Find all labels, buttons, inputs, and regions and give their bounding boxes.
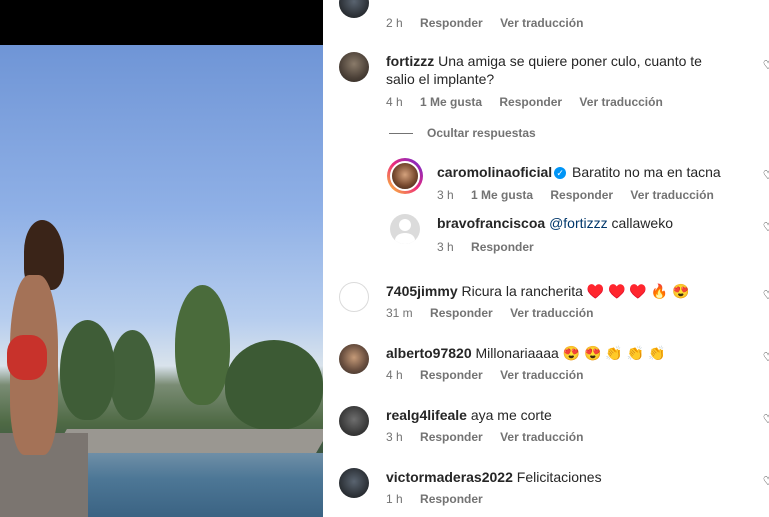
reply-meta: 3 h 1 Me gusta Responder Ver traducción <box>437 188 728 202</box>
post-image <box>0 45 323 517</box>
comment-body: Felicitaciones <box>516 469 602 485</box>
comment-username[interactable]: fortizzz <box>386 53 434 69</box>
heart-outline-icon[interactable]: ♡ <box>761 350 769 364</box>
reply-button[interactable]: Responder <box>420 492 483 506</box>
avatar-story[interactable] <box>387 158 423 194</box>
comment-time: 4 h <box>386 368 403 382</box>
reply-button[interactable]: Responder <box>499 95 562 109</box>
comment-body: Una amiga se quiere poner culo, cuanto t… <box>386 53 702 87</box>
comment-time: 31 m <box>386 306 413 320</box>
comment-meta: 31 m Responder Ver traducción <box>386 306 607 320</box>
translate-button[interactable]: Ver traducción <box>630 188 713 202</box>
comment-body: Millonariaaaa 😍 😍 👏 👏 👏 <box>475 345 666 361</box>
translate-button[interactable]: Ver traducción <box>500 430 583 444</box>
mention-link[interactable]: @fortizzz <box>549 215 608 231</box>
avatar[interactable] <box>339 344 369 374</box>
avatar[interactable] <box>339 282 369 312</box>
comment-meta: 2 h Responder Ver traducción <box>386 16 597 30</box>
comment-username[interactable]: realg4lifeale <box>386 407 467 423</box>
translate-button[interactable]: Ver traducción <box>500 368 583 382</box>
heart-outline-icon[interactable]: ♡ <box>761 58 769 72</box>
translate-button[interactable]: Ver traducción <box>579 95 662 109</box>
likes-count[interactable]: 1 Me gusta <box>471 188 533 202</box>
comment-body: Ricura la rancherita ♥️ ♥️ ♥️ 🔥 😍 <box>461 283 690 299</box>
post-media[interactable] <box>0 0 323 517</box>
heart-outline-icon[interactable]: ♡ <box>761 288 769 302</box>
reply-button[interactable]: Responder <box>471 240 534 254</box>
reply-button[interactable]: Responder <box>430 306 493 320</box>
comment-time: 2 h <box>386 16 403 30</box>
reply-button[interactable]: Responder <box>420 430 483 444</box>
comment-text: victormaderas2022 Felicitaciones <box>386 468 602 486</box>
hide-replies-line <box>389 133 413 134</box>
likes-count[interactable]: 1 Me gusta <box>420 95 482 109</box>
comment-time: 1 h <box>386 492 403 506</box>
heart-outline-icon[interactable]: ♡ <box>761 220 769 234</box>
comment-meta: 4 h Responder Ver traducción <box>386 368 597 382</box>
reply-time: 3 h <box>437 240 454 254</box>
reply-username[interactable]: bravofranciscoa <box>437 215 545 231</box>
comment-text: alberto97820 Millonariaaaa 😍 😍 👏 👏 👏 <box>386 344 665 362</box>
translate-button[interactable]: Ver traducción <box>500 16 583 30</box>
heart-outline-icon[interactable]: ♡ <box>761 168 769 182</box>
comment-text: 7405jimmy Ricura la rancherita ♥️ ♥️ ♥️ … <box>386 282 690 300</box>
avatar-default[interactable] <box>390 214 420 244</box>
verified-badge-icon: ✓ <box>554 167 567 179</box>
comment-text: realg4lifeale aya me corte <box>386 406 552 424</box>
reply-button[interactable]: Responder <box>420 368 483 382</box>
reply-text: caromolinaoficial ✓ Baratito no ma en tac… <box>437 163 721 181</box>
comment-username[interactable]: alberto97820 <box>386 345 472 361</box>
translate-button[interactable]: Ver traducción <box>510 306 593 320</box>
comment-body: aya me corte <box>470 407 552 423</box>
heart-outline-icon[interactable]: ♡ <box>761 474 769 488</box>
avatar[interactable] <box>339 468 369 498</box>
hide-replies-button[interactable]: Ocultar respuestas <box>427 126 536 140</box>
reply-text: bravofranciscoa @fortizzz callaweko <box>437 214 673 232</box>
comment-username[interactable]: 7405jimmy <box>386 283 458 299</box>
comment-text: fortizzz Una amiga se quiere poner culo,… <box>386 52 731 88</box>
comment-meta: 4 h 1 Me gusta Responder Ver traducción <box>386 95 677 109</box>
avatar[interactable] <box>339 52 369 82</box>
heart-outline-icon[interactable]: ♡ <box>761 412 769 426</box>
comment-meta: 1 h Responder <box>386 492 497 506</box>
reply-username[interactable]: caromolinaoficial <box>437 164 552 180</box>
reply-button[interactable]: Responder <box>550 188 613 202</box>
comment-username[interactable]: victormaderas2022 <box>386 469 513 485</box>
avatar[interactable] <box>339 406 369 436</box>
reply-body: callaweko <box>611 215 673 231</box>
reply-time: 3 h <box>437 188 454 202</box>
reply-body: Baratito no ma en tacna <box>572 164 721 180</box>
reply-meta: 3 h Responder <box>437 240 548 254</box>
reply-button[interactable]: Responder <box>420 16 483 30</box>
comment-time: 3 h <box>386 430 403 444</box>
comment-time: 4 h <box>386 95 403 109</box>
comment-meta: 3 h Responder Ver traducción <box>386 430 597 444</box>
